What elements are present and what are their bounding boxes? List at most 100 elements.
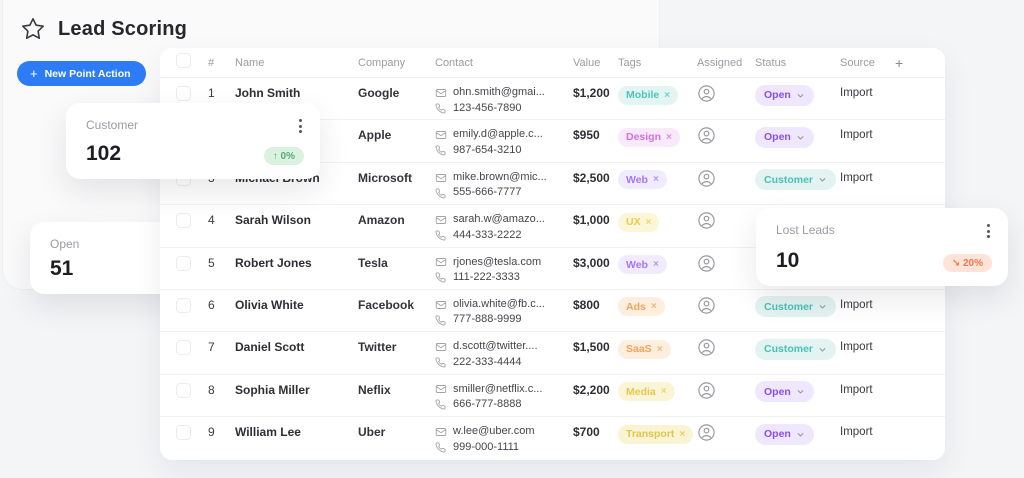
status-pill[interactable]: Customer bbox=[755, 339, 836, 360]
assigned-avatar-icon[interactable] bbox=[697, 254, 716, 273]
lead-name: Robert Jones bbox=[235, 255, 358, 271]
phone-icon bbox=[435, 315, 447, 326]
assigned-avatar-icon[interactable] bbox=[697, 296, 716, 315]
phone-text[interactable]: 999-000-1111 bbox=[453, 440, 519, 456]
tag-pill[interactable]: Ads × bbox=[618, 297, 665, 316]
assigned-avatar-icon[interactable] bbox=[697, 169, 716, 188]
row-checkbox[interactable] bbox=[176, 86, 191, 101]
status-pill[interactable]: Open bbox=[755, 85, 814, 106]
email-text[interactable]: w.lee@uber.com bbox=[453, 424, 535, 440]
phone-text[interactable]: 777-888-9999 bbox=[453, 312, 522, 328]
company-name: Twitter bbox=[358, 339, 435, 355]
email-text[interactable]: mike.brown@mic... bbox=[453, 170, 547, 186]
tag-label: SaaS bbox=[626, 343, 652, 355]
row-checkbox[interactable] bbox=[176, 425, 191, 440]
email-text[interactable]: olivia.white@fb.c... bbox=[453, 297, 545, 313]
status-pill[interactable]: Customer bbox=[755, 296, 836, 317]
email-icon bbox=[435, 87, 447, 99]
source-label: Import bbox=[840, 339, 895, 355]
email-text[interactable]: d.scott@twitter.... bbox=[453, 339, 538, 355]
lead-value: $1,000 bbox=[573, 212, 618, 228]
lead-name: Daniel Scott bbox=[235, 339, 358, 355]
email-text[interactable]: rjones@tesla.com bbox=[453, 255, 541, 271]
remove-tag-icon[interactable]: × bbox=[653, 174, 659, 185]
email-icon bbox=[435, 172, 447, 184]
table-row: 7 Daniel Scott Twitter d.scott@twitter..… bbox=[160, 332, 945, 374]
tag-label: Transport bbox=[626, 428, 674, 440]
assigned-avatar-icon[interactable] bbox=[697, 211, 716, 230]
status-pill[interactable]: Open bbox=[755, 127, 814, 148]
phone-text[interactable]: 222-333-4444 bbox=[453, 355, 522, 371]
phone-icon bbox=[435, 399, 447, 410]
status-pill[interactable]: Open bbox=[755, 424, 814, 445]
phone-text[interactable]: 666-777-8888 bbox=[453, 397, 522, 413]
kebab-menu-icon[interactable] bbox=[297, 117, 304, 135]
star-icon[interactable] bbox=[20, 16, 46, 42]
tag-pill[interactable]: Design × bbox=[618, 128, 680, 147]
remove-tag-icon[interactable]: × bbox=[664, 90, 670, 101]
status-pill[interactable]: Open bbox=[755, 381, 814, 402]
tag-pill[interactable]: UX × bbox=[618, 213, 659, 232]
email-text[interactable]: smiller@netflix.c... bbox=[453, 382, 542, 398]
row-number: 8 bbox=[208, 382, 235, 398]
email-text[interactable]: sarah.w@amazo... bbox=[453, 212, 545, 228]
email-text[interactable]: emily.d@apple.c... bbox=[453, 127, 543, 143]
assigned-avatar-icon[interactable] bbox=[697, 126, 716, 145]
col-company: Company bbox=[358, 57, 435, 69]
chevron-down-icon bbox=[796, 387, 805, 396]
table-row: 6 Olivia White Facebook olivia.white@fb.… bbox=[160, 290, 945, 332]
kebab-menu-icon[interactable] bbox=[985, 222, 992, 240]
remove-tag-icon[interactable]: × bbox=[646, 217, 652, 228]
assigned-avatar-icon[interactable] bbox=[697, 381, 716, 400]
phone-text[interactable]: 123-456-7890 bbox=[453, 101, 522, 117]
assigned-avatar-icon[interactable] bbox=[697, 84, 716, 103]
tag-pill[interactable]: Transport × bbox=[618, 425, 693, 444]
tag-pill[interactable]: Mobile × bbox=[618, 86, 678, 105]
remove-tag-icon[interactable]: × bbox=[657, 344, 663, 355]
lead-value: $700 bbox=[573, 424, 618, 440]
row-checkbox[interactable] bbox=[176, 256, 191, 271]
tag-pill[interactable]: SaaS × bbox=[618, 340, 671, 359]
plus-icon: + bbox=[30, 66, 38, 81]
remove-tag-icon[interactable]: × bbox=[679, 429, 685, 440]
row-checkbox[interactable] bbox=[176, 298, 191, 313]
company-name: Uber bbox=[358, 424, 435, 440]
phone-text[interactable]: 987-654-3210 bbox=[453, 143, 522, 159]
remove-tag-icon[interactable]: × bbox=[661, 386, 667, 397]
contact-cell: smiller@netflix.c... 666-777-8888 bbox=[435, 382, 573, 413]
lead-name: William Lee bbox=[235, 424, 358, 440]
new-point-action-button[interactable]: + New Point Action bbox=[17, 61, 146, 86]
col-number: # bbox=[208, 57, 235, 69]
tag-label: Media bbox=[626, 386, 656, 398]
row-checkbox[interactable] bbox=[176, 383, 191, 398]
lead-value: $2,500 bbox=[573, 170, 618, 186]
select-all-checkbox[interactable] bbox=[176, 53, 191, 68]
tag-pill[interactable]: Web × bbox=[618, 170, 667, 189]
add-column-button[interactable]: + bbox=[895, 55, 945, 71]
status-pill[interactable]: Customer bbox=[755, 169, 836, 190]
chevron-down-icon bbox=[796, 91, 805, 100]
stat-label: Open bbox=[50, 237, 79, 251]
remove-tag-icon[interactable]: × bbox=[666, 132, 672, 143]
phone-text[interactable]: 444-333-2222 bbox=[453, 228, 522, 244]
row-checkbox[interactable] bbox=[176, 340, 191, 355]
phone-text[interactable]: 555-666-7777 bbox=[453, 185, 522, 201]
page-title: Lead Scoring bbox=[58, 18, 187, 41]
remove-tag-icon[interactable]: × bbox=[653, 259, 659, 270]
row-checkbox[interactable] bbox=[176, 213, 191, 228]
tag-label: Mobile bbox=[626, 89, 659, 101]
assigned-avatar-icon[interactable] bbox=[697, 338, 716, 357]
email-icon bbox=[435, 256, 447, 268]
contact-cell: olivia.white@fb.c... 777-888-9999 bbox=[435, 297, 573, 328]
lead-value: $800 bbox=[573, 297, 618, 313]
company-name: Tesla bbox=[358, 255, 435, 271]
email-icon bbox=[435, 129, 447, 141]
tag-pill[interactable]: Web × bbox=[618, 255, 667, 274]
tag-pill[interactable]: Media × bbox=[618, 382, 675, 401]
email-text[interactable]: ohn.smith@gmai... bbox=[453, 85, 545, 101]
remove-tag-icon[interactable]: × bbox=[651, 301, 657, 312]
phone-text[interactable]: 111-222-3333 bbox=[453, 270, 520, 286]
assigned-avatar-icon[interactable] bbox=[697, 423, 716, 442]
source-label: Import bbox=[840, 297, 895, 313]
source-label: Import bbox=[840, 85, 895, 101]
